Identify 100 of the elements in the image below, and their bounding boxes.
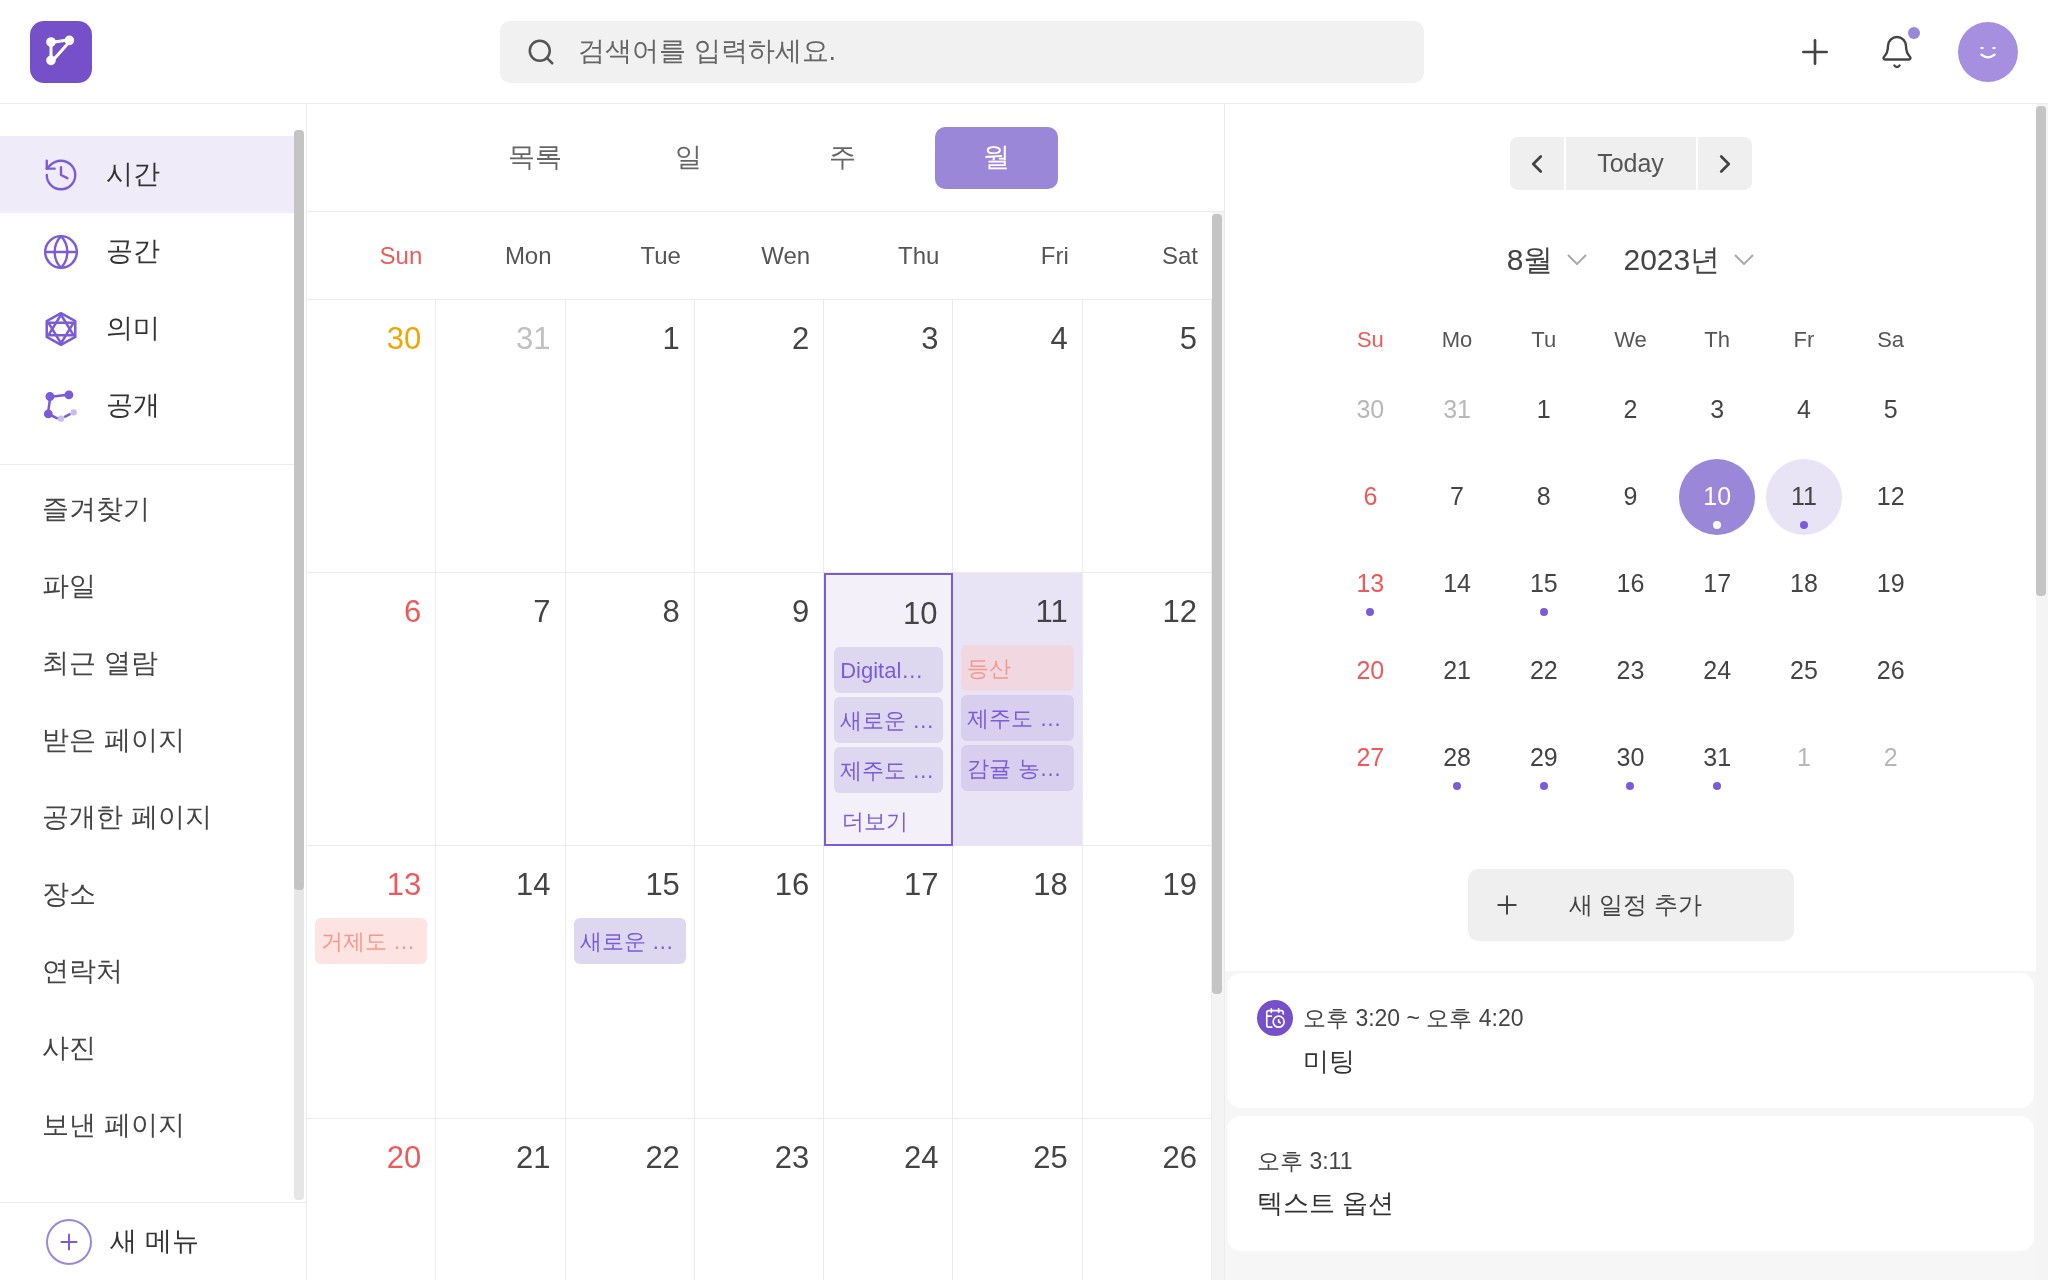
day-cell[interactable]: 22 bbox=[565, 1119, 695, 1280]
view-tab[interactable]: 목록 bbox=[473, 126, 596, 189]
view-tab[interactable]: 일 bbox=[627, 126, 750, 189]
day-number: 13 bbox=[386, 866, 422, 904]
mini-calendar-day[interactable]: 25 bbox=[1765, 632, 1842, 709]
mini-calendar-day[interactable]: 19 bbox=[1852, 545, 1929, 622]
day-number: 9 bbox=[791, 593, 810, 631]
weekday-label: Fri bbox=[1040, 240, 1069, 271]
mini-calendar-day[interactable]: 16 bbox=[1592, 545, 1669, 622]
day-number: 17 bbox=[903, 866, 939, 904]
scrollbar-thumb[interactable] bbox=[294, 130, 304, 890]
weekday-label: Thu bbox=[898, 240, 940, 271]
sidebar-nav-item[interactable]: 의미 bbox=[0, 290, 294, 367]
day-number: 30 bbox=[386, 320, 422, 358]
day-cell[interactable]: 25 bbox=[953, 1119, 1083, 1280]
month-dropdown[interactable]: 8월 bbox=[1506, 237, 1588, 282]
sidebar-item[interactable]: 공개한 페이지 bbox=[0, 779, 294, 856]
agenda-title: 텍스트 옵션 bbox=[1257, 1187, 1396, 1221]
day-number: 8 bbox=[662, 593, 680, 631]
mini-calendar-day[interactable]: 15 bbox=[1505, 545, 1582, 622]
today-button[interactable]: Today bbox=[1565, 137, 1696, 190]
sidebar-item[interactable]: 보낸 페이지 bbox=[0, 1087, 294, 1164]
sidebar-nav-item[interactable]: 공개 bbox=[0, 367, 294, 444]
sidebar-nav-item[interactable]: 공간 bbox=[0, 213, 294, 290]
day-cell[interactable]: 4 bbox=[953, 300, 1083, 572]
mini-calendar-day[interactable]: 11 bbox=[1765, 458, 1842, 535]
sidebar-item[interactable]: 파일 bbox=[0, 548, 294, 625]
mini-calendar-day[interactable]: 7 bbox=[1419, 458, 1496, 535]
mini-calendar-day[interactable]: 9 bbox=[1592, 458, 1669, 535]
scrollbar-thumb[interactable] bbox=[2036, 106, 2046, 596]
mini-calendar-day[interactable]: 23 bbox=[1592, 632, 1669, 709]
next-month-button[interactable] bbox=[1697, 137, 1752, 190]
mini-calendar-day[interactable]: 17 bbox=[1679, 545, 1756, 622]
day-number: 18 bbox=[1033, 866, 1068, 904]
hexagram-icon bbox=[42, 309, 80, 348]
mini-calendar-day[interactable]: 14 bbox=[1419, 545, 1496, 622]
weekday-label: Su bbox=[1356, 325, 1384, 354]
weekday-label: We bbox=[1614, 325, 1647, 354]
add-event-button[interactable]: 새 일정 추가 bbox=[1467, 869, 1794, 941]
mini-calendar-day[interactable]: 12 bbox=[1852, 458, 1929, 535]
day-cell[interactable]: 2 bbox=[694, 300, 825, 572]
day-cell[interactable]: 1 bbox=[565, 300, 695, 572]
more-link[interactable]: 더보기 bbox=[834, 805, 944, 838]
day-cell[interactable]: 18 bbox=[953, 846, 1083, 1118]
mini-calendar-day[interactable]: 26 bbox=[1852, 632, 1929, 709]
agenda-card[interactable]: 오후 3:20 ~ 오후 4:20 미팅 bbox=[1227, 973, 2034, 1108]
mini-calendar-day[interactable]: 1 bbox=[1505, 371, 1582, 448]
day-cell[interactable]: 15 새로운 … bbox=[565, 846, 695, 1118]
weekday-label: Sat bbox=[1162, 240, 1198, 271]
day-cell[interactable]: 14 bbox=[436, 846, 566, 1118]
mini-calendar-day[interactable]: 31 bbox=[1679, 719, 1756, 796]
sidebar-item[interactable]: 장소 bbox=[0, 856, 294, 933]
weekday-label: Mo bbox=[1441, 325, 1473, 354]
mini-calendar-day[interactable]: 24 bbox=[1679, 632, 1756, 709]
bell-icon bbox=[1879, 33, 1915, 70]
year-dropdown[interactable]: 2023년 bbox=[1623, 237, 1755, 282]
day-cell[interactable]: 24 bbox=[824, 1119, 954, 1280]
search-field[interactable]: 검색어를 입력하세요. bbox=[500, 20, 1424, 83]
mini-calendar-day[interactable]: 29 bbox=[1505, 719, 1582, 796]
sidebar-nav-item[interactable]: 시간 bbox=[0, 136, 294, 213]
app-logo[interactable] bbox=[30, 20, 92, 83]
day-cell[interactable]: 3 bbox=[824, 300, 954, 572]
new-menu-button[interactable]: 새 메뉴 bbox=[46, 1218, 199, 1265]
sidebar-item[interactable]: 즐겨찾기 bbox=[0, 471, 294, 548]
scrollbar-thumb[interactable] bbox=[1212, 214, 1222, 994]
previous-month-button[interactable] bbox=[1509, 137, 1564, 190]
day-number: 20 bbox=[386, 1139, 422, 1177]
weekday-label: Wen bbox=[761, 240, 811, 271]
weekday-label: Tue bbox=[640, 240, 681, 271]
globe-icon bbox=[42, 232, 80, 271]
day-number: 14 bbox=[516, 866, 551, 904]
mini-calendar-day[interactable]: 2 bbox=[1592, 371, 1669, 448]
mini-calendar-day[interactable]: 5 bbox=[1852, 371, 1929, 448]
sidebar-item[interactable]: 받은 페이지 bbox=[0, 702, 294, 779]
day-cell[interactable]: 17 bbox=[824, 846, 954, 1118]
day-cell[interactable]: 7 bbox=[436, 573, 566, 846]
agenda-card[interactable]: 오후 3:11 텍스트 옵션 bbox=[1227, 1116, 2034, 1251]
sidebar-item[interactable]: 최근 열람 bbox=[0, 625, 294, 702]
day-number: 1 bbox=[662, 320, 680, 358]
day-number: 23 bbox=[774, 1139, 810, 1177]
sidebar-item[interactable]: 연락처 bbox=[0, 933, 294, 1010]
mini-calendar-day[interactable]: 22 bbox=[1505, 632, 1582, 709]
day-cell[interactable]: 10 Digital… 새로운 … 제주도 … 더보기 bbox=[824, 573, 954, 846]
mini-calendar-day[interactable]: 4 bbox=[1765, 371, 1842, 448]
day-cell[interactable]: 21 bbox=[436, 1119, 566, 1280]
day-number: 4 bbox=[1050, 320, 1068, 358]
day-number: 5 bbox=[1179, 320, 1197, 358]
day-cell[interactable]: 8 bbox=[565, 573, 695, 846]
day-cell[interactable]: 16 bbox=[694, 846, 825, 1118]
mini-calendar-day[interactable]: 8 bbox=[1505, 458, 1582, 535]
mini-calendar-day[interactable]: 30 bbox=[1592, 719, 1669, 796]
day-number: 26 bbox=[1162, 1139, 1197, 1177]
mini-calendar-day[interactable]: 18 bbox=[1765, 545, 1842, 622]
view-tab[interactable]: 주 bbox=[781, 126, 904, 189]
mini-calendar-day[interactable]: 3 bbox=[1679, 371, 1756, 448]
day-cell[interactable]: 23 bbox=[694, 1119, 825, 1280]
mini-calendar-day[interactable]: 21 bbox=[1419, 632, 1496, 709]
day-number: 6 bbox=[404, 593, 422, 631]
mini-calendar-day[interactable]: 28 bbox=[1419, 719, 1496, 796]
sidebar-item[interactable]: 사진 bbox=[0, 1010, 294, 1087]
